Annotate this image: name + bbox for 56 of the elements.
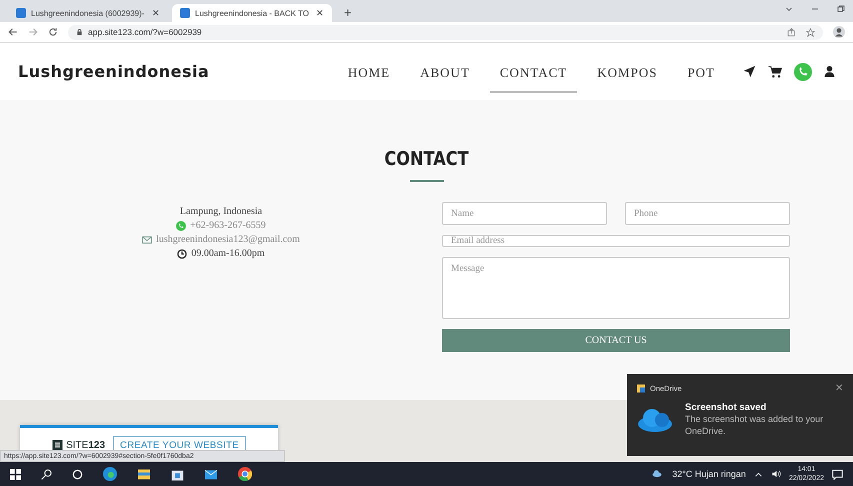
user-icon	[824, 65, 835, 78]
name-field[interactable]: Name	[442, 202, 607, 225]
notification-title: Screenshot saved	[685, 402, 768, 413]
tab-close-button[interactable]: ✕	[316, 8, 324, 18]
folder-icon	[137, 468, 151, 480]
site-favicon-icon	[180, 8, 190, 18]
browser-tab[interactable]: Lushgreenindonesia - BACK TO ✕	[172, 4, 332, 22]
message-field[interactable]: Message	[442, 257, 790, 319]
hours-text: 09.00am-16.00pm	[191, 248, 265, 259]
star-icon	[806, 28, 815, 36]
chat-bubble-icon	[794, 62, 812, 80]
site-logo[interactable]: Lushgreenindonesia	[18, 62, 210, 81]
share-icon	[787, 28, 796, 36]
close-button[interactable]: ✕	[835, 382, 843, 394]
cloud-icon	[650, 469, 664, 479]
nav-link[interactable]: HOME	[338, 50, 400, 92]
speaker-icon	[770, 469, 781, 479]
chevron-down-icon	[785, 4, 793, 12]
chat-bubble-icon	[176, 220, 186, 230]
cloud-icon	[637, 408, 673, 432]
contact-us-button[interactable]: CONTACT US	[442, 329, 790, 352]
address-text: Lampung, Indonesia	[180, 206, 262, 217]
nav-link[interactable]: KOMPOS	[587, 50, 668, 92]
lock-icon	[76, 28, 83, 36]
onedrive-app-icon	[637, 384, 645, 392]
mail-icon	[204, 468, 218, 480]
envelope-icon	[142, 234, 152, 244]
back-arrow-icon	[8, 27, 18, 37]
reload-icon	[48, 27, 58, 37]
clock-icon	[177, 248, 188, 258]
circle-icon	[72, 468, 83, 480]
search-icon	[41, 468, 52, 480]
restore-icon	[837, 4, 845, 12]
site-favicon-icon	[16, 8, 26, 18]
profile-icon	[833, 26, 845, 38]
site123-brand: SITE123	[66, 440, 106, 450]
address-bar[interactable]: app.site123.com/?w=6002939	[68, 24, 823, 40]
site123-logo-icon	[52, 440, 64, 450]
browser-tab[interactable]: Lushgreenindonesia (6002939)- ✕	[8, 4, 168, 22]
browser-icon	[103, 467, 117, 481]
email-field[interactable]: Email address	[442, 235, 790, 247]
notification-message: The screenshot was added to your OneDrive.	[685, 413, 824, 437]
nav-link[interactable]: CONTACT	[490, 50, 578, 92]
new-tab-button[interactable]: +	[336, 5, 360, 22]
nav-link[interactable]: POT	[677, 50, 725, 92]
tab-close-button[interactable]: ✕	[152, 8, 160, 18]
cart-icon	[768, 65, 782, 78]
weather-text[interactable]: 32°C Hujan ringan	[672, 469, 746, 479]
windows-start-icon	[10, 468, 21, 480]
notifications-icon	[832, 468, 843, 480]
nav-link[interactable]: ABOUT	[410, 50, 480, 92]
phone-field[interactable]: Phone	[625, 202, 790, 225]
paper-plane-icon	[743, 65, 756, 78]
forward-arrow-icon	[28, 27, 38, 37]
chrome-icon	[238, 467, 252, 481]
section-heading: CONTACT	[384, 148, 469, 170]
